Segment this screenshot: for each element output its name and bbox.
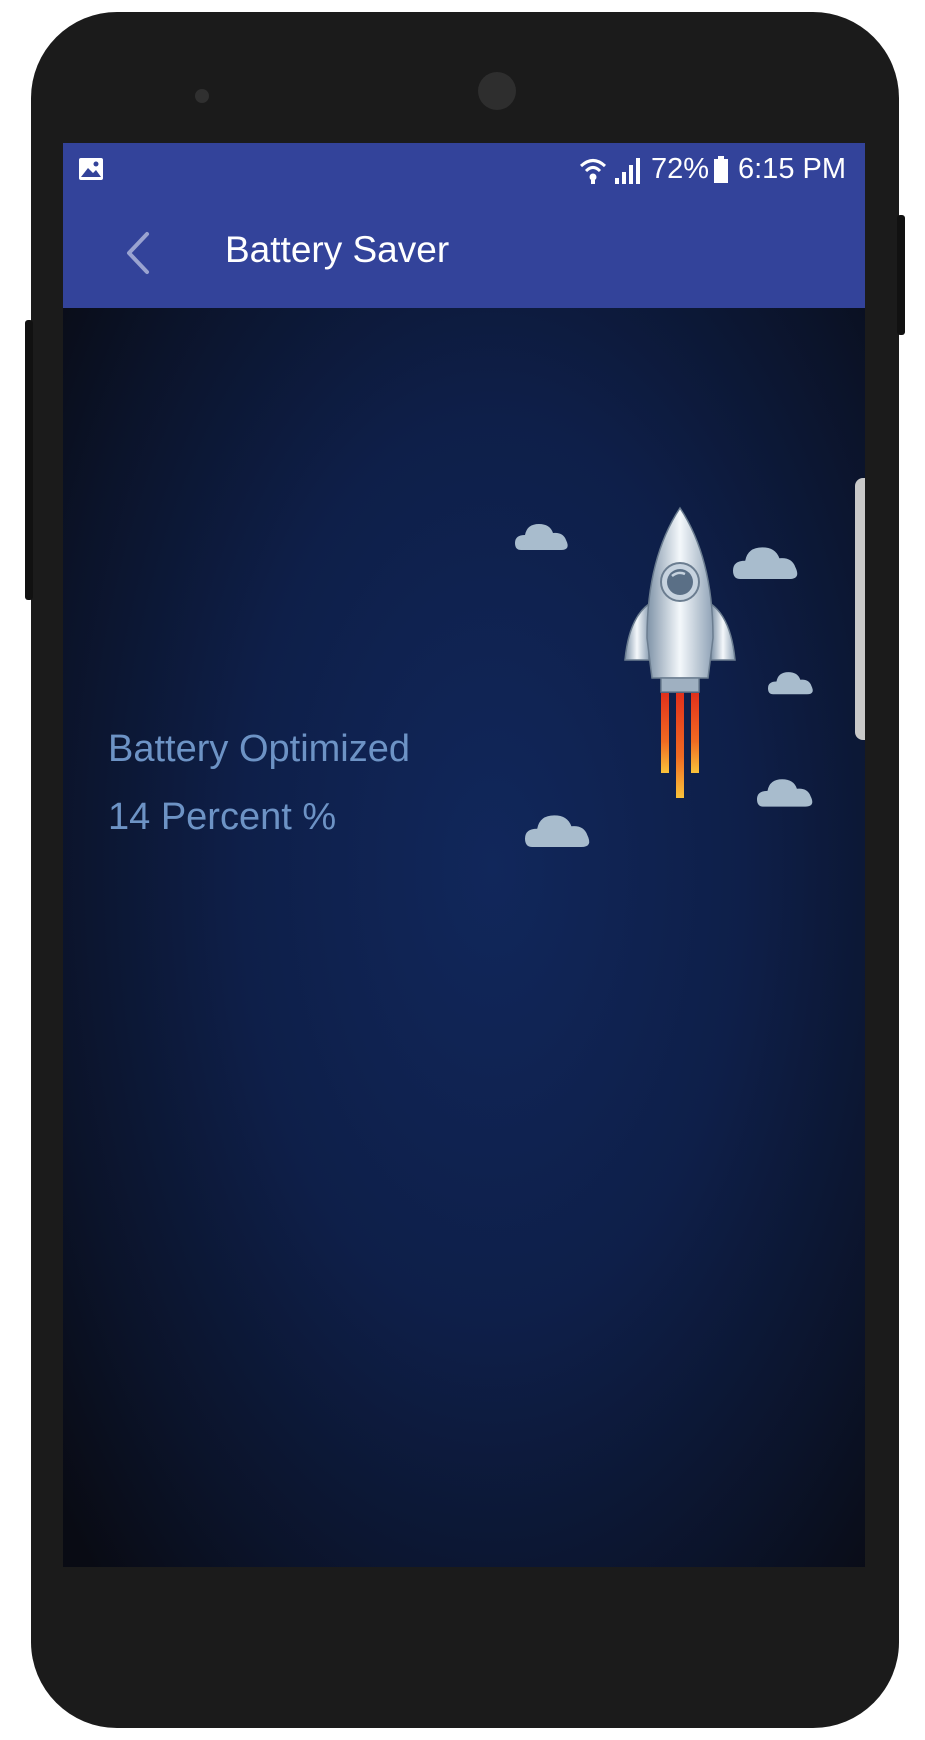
app-toolbar: Battery Saver: [63, 198, 865, 308]
sensor-dot: [195, 89, 209, 103]
cloud-icon: [768, 672, 813, 695]
front-camera: [478, 72, 516, 110]
back-button[interactable]: [117, 226, 167, 280]
wifi-icon: [578, 155, 608, 185]
battery-icon: [713, 155, 729, 185]
main-content: Battery Optimized 14 Percent %: [63, 308, 865, 1567]
image-icon: [78, 157, 104, 181]
battery-percent: 72%: [651, 153, 710, 185]
chevron-left-icon: [117, 232, 167, 284]
edge-panel-handle[interactable]: [855, 478, 865, 740]
power-button: [897, 215, 905, 335]
rocket-icon: [624, 506, 736, 798]
cloud-icon: [525, 815, 590, 848]
clock: 6:15 PM: [738, 153, 846, 185]
status-bar: 72% 6:15 PM: [63, 143, 865, 198]
cloud-icon: [515, 524, 568, 550]
app-screen: 72% 6:15 PM Battery Saver Battery Optimi…: [63, 143, 865, 1567]
page-title: Battery Saver: [225, 229, 450, 270]
signal-icon: [613, 156, 643, 186]
volume-button: [25, 320, 33, 600]
cloud-icon: [757, 779, 813, 807]
rocket-scene: [515, 506, 813, 848]
cloud-icon: [733, 547, 798, 580]
